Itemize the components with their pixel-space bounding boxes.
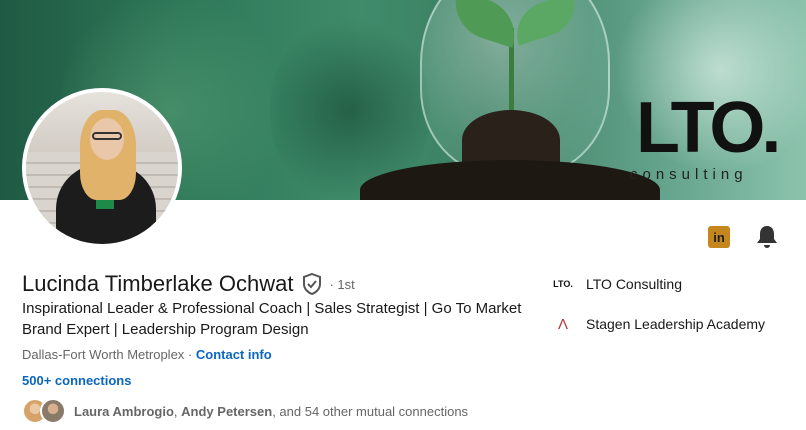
location-row: Dallas-Fort Worth Metroplex · Contact in… (22, 347, 272, 362)
avatar (40, 398, 66, 424)
logo-wordmark: LTO. (636, 88, 781, 168)
bell-icon[interactable] (755, 224, 779, 250)
mutual-rest-text: , and 54 other mutual connections (272, 403, 469, 419)
mutual-name: Laura Ambrogio (74, 403, 174, 419)
logo-tagline: consulting (630, 166, 748, 183)
company-lto-consulting[interactable]: LTO. LTO Consulting (552, 272, 682, 296)
verified-icon[interactable] (301, 272, 323, 296)
company-logo: LTO. (553, 279, 573, 289)
profile-headline: Inspirational Leader & Professional Coac… (22, 300, 522, 338)
mutual-connections-text[interactable]: Laura Ambrogio, Andy Petersen, and 54 ot… (74, 404, 468, 419)
contact-info-link[interactable]: Contact info (196, 347, 272, 362)
mutual-connections[interactable]: Laura Ambrogio, Andy Petersen, and 54 ot… (22, 397, 468, 425)
linkedin-icon[interactable]: in (708, 226, 730, 248)
mutual-name: Andy Petersen (181, 403, 273, 419)
company-name: LTO Consulting (586, 276, 682, 292)
company-stagen-leadership-academy[interactable]: Λ Stagen Leadership Academy (552, 312, 765, 336)
company-name: Stagen Leadership Academy (586, 316, 766, 332)
profile-name: Lucinda Timberlake Ochwat (22, 271, 294, 296)
avatar-glasses (92, 132, 122, 140)
connections-link[interactable]: 500+ connections (22, 373, 131, 388)
profile-avatar[interactable] (22, 88, 182, 248)
location-text: Dallas-Fort Worth Metroplex (22, 347, 185, 362)
lto-consulting-logo: LTO. consulting (630, 88, 796, 184)
connection-degree: · 1st (329, 276, 355, 292)
company-logo: Λ (557, 315, 569, 333)
location-separator: · (184, 347, 196, 362)
name-row: Lucinda Timberlake Ochwat · 1st (22, 268, 355, 300)
